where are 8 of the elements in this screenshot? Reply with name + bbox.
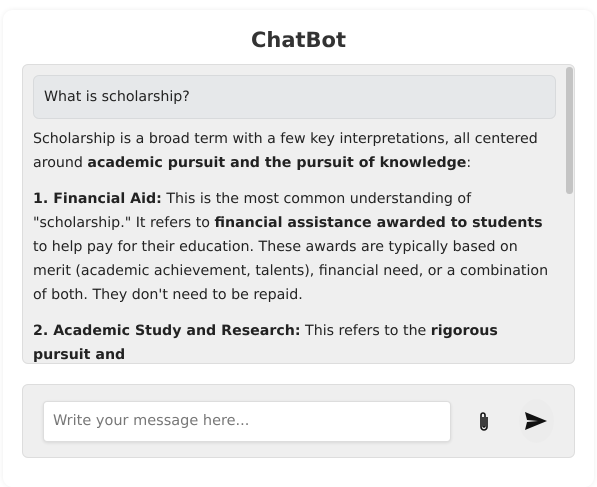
send-icon <box>524 411 548 431</box>
bot-paragraph: 2. Academic Study and Research: This refers to the rigorous pursuit and <box>33 322 499 363</box>
bot-paragraph: Scholarship is a broad term with a few key interpretations, all centered around academic pursuit and the pursuit of knowledge: <box>33 130 539 173</box>
message-input[interactable]: Write your message here... <box>43 400 451 442</box>
chat-title: ChatBot <box>250 28 346 52</box>
bot-paragraph: 1. Financial Aid: This is the most common understanding of "scholarship." It refers to financial assistance awarded to students to help pay for their education. These awards are typically based on merit (academic achievement, talents), financial need, or a combination of both. They don't need to be repaid. <box>33 190 550 305</box>
user-message: What is scholarship? <box>33 75 556 119</box>
scrollbar-thumb[interactable] <box>566 67 573 194</box>
